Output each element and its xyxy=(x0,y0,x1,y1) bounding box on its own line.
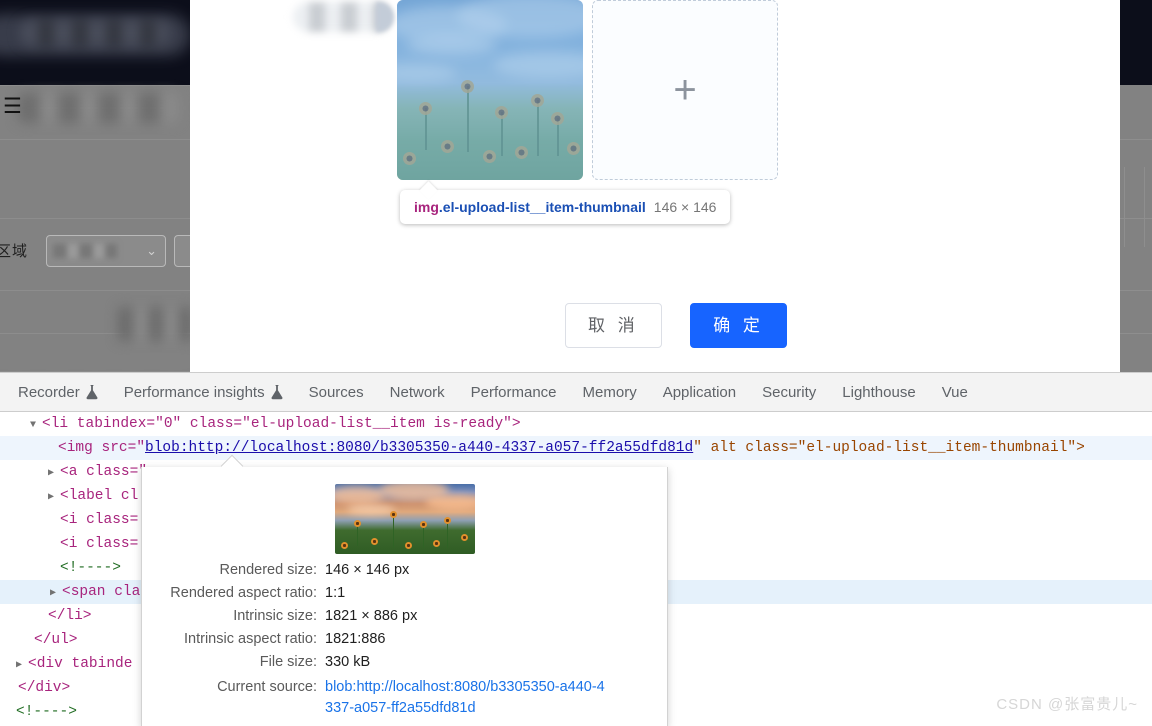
inspector-element-badge: img.el-upload-list__item-thumbnail 146 × … xyxy=(400,181,731,224)
img-src-url[interactable]: blob:http://localhost:8080/b3305350-a440… xyxy=(145,440,693,456)
dom-line-text: <label cl xyxy=(60,488,139,504)
preview-value: 146 × 146 px xyxy=(325,562,410,578)
disclosure-triangle-icon[interactable]: ▶ xyxy=(16,654,28,678)
preview-row: Rendered aspect ratio: 1:1 xyxy=(142,585,669,608)
dom-line-text: <li tabindex="0" class="el-upload-list__… xyxy=(42,416,521,432)
disclosure-triangle-icon[interactable]: ▶ xyxy=(50,582,62,606)
upload-add-button[interactable]: + xyxy=(592,0,778,180)
img-tag-prefix: <img src=" xyxy=(58,440,146,456)
disclosure-triangle-icon[interactable]: ▶ xyxy=(48,486,60,510)
collapse-menu-icon[interactable]: ☰ xyxy=(3,96,29,117)
disclosure-triangle-icon[interactable]: ▼ xyxy=(30,414,42,438)
dom-line-text: <i class= xyxy=(60,512,139,528)
preview-value: 1821 × 886 px xyxy=(325,608,418,624)
preview-value: 1:1 xyxy=(325,585,346,601)
dom-line-text: </ul> xyxy=(34,632,78,648)
tab-memory[interactable]: Memory xyxy=(570,373,650,412)
upload-thumbnail[interactable] xyxy=(397,0,583,180)
image-preview-popup: Rendered size: 146 × 146 px Rendered asp… xyxy=(141,454,669,726)
tab-recorder[interactable]: Recorder xyxy=(0,373,111,412)
devtools-tabbar: Recorder Performance insights Sources Ne… xyxy=(0,373,1152,412)
preview-key: Rendered aspect ratio: xyxy=(170,585,317,601)
tab-vue[interactable]: Vue xyxy=(929,373,981,412)
devtools-panel: Recorder Performance insights Sources Ne… xyxy=(0,372,1152,726)
source-line-2: 337-a057-ff2a55dfd81d xyxy=(325,700,476,716)
preview-source-link[interactable]: blob:http://localhost:8080/b3305350-a440… xyxy=(325,677,605,719)
preview-row: Intrinsic aspect ratio: 1821:886 xyxy=(142,631,669,654)
region-select-value xyxy=(53,244,117,258)
dom-line[interactable]: ▼ <li tabindex="0" class="el-upload-list_… xyxy=(0,412,1152,436)
tab-lighthouse[interactable]: Lighthouse xyxy=(829,373,928,412)
tab-security[interactable]: Security xyxy=(749,373,829,412)
badge-arrow xyxy=(419,181,438,200)
overlay-right-strip xyxy=(1120,85,1152,372)
tab-application[interactable]: Application xyxy=(650,373,749,412)
tab-label: Recorder xyxy=(18,383,80,401)
browser-viewport: ☰ 区域 ⌄ 查 157 条 20条/页 ⌄ xyxy=(0,0,1152,372)
preview-key: Current source: xyxy=(217,679,317,695)
tab-label: Performance insights xyxy=(123,383,265,401)
filter-label: 区域 xyxy=(0,243,29,260)
table-blurred-cell xyxy=(118,307,192,341)
preview-value: 330 kB xyxy=(325,654,371,670)
navbar-blurred-title xyxy=(20,20,170,46)
app-toolbar-blurred xyxy=(18,93,178,123)
preview-key: File size: xyxy=(259,654,317,670)
badge-tag-name: img xyxy=(414,199,439,215)
dom-line-text: <i class= xyxy=(60,536,139,552)
screenshot-root: ☰ 区域 ⌄ 查 157 条 20条/页 ⌄ xyxy=(0,0,1152,726)
disclosure-triangle-icon[interactable]: ▶ xyxy=(48,462,60,486)
preview-row: File size: 330 kB xyxy=(142,654,669,677)
badge-class-name: .el-upload-list__item-thumbnail xyxy=(438,199,646,215)
dom-line-img[interactable]: <img src="blob:http://localhost:8080/b33… xyxy=(0,436,1152,460)
confirm-button[interactable]: 确 定 xyxy=(690,303,787,348)
tab-performance[interactable]: Performance xyxy=(458,373,570,412)
preview-row: Rendered size: 146 × 146 px xyxy=(142,562,669,585)
preview-value: 1821:886 xyxy=(325,631,386,647)
preview-row: Intrinsic size: 1821 × 886 px xyxy=(142,608,669,631)
source-line-1: blob:http://localhost:8080/b3305350-a440… xyxy=(325,679,605,695)
preview-key: Intrinsic size: xyxy=(233,608,317,624)
preview-key: Rendered size: xyxy=(219,562,317,578)
badge-dimensions: 146 × 146 xyxy=(653,199,717,215)
dialog-footer: 取 消 确 定 xyxy=(565,303,787,348)
tab-sources[interactable]: Sources xyxy=(296,373,377,412)
watermark: CSDN @张富贵儿~ xyxy=(996,696,1138,713)
cancel-button[interactable]: 取 消 xyxy=(565,303,662,348)
inspector-highlight-overlay xyxy=(397,0,583,180)
chevron-down-icon: ⌄ xyxy=(146,243,157,258)
upload-dialog: + img.el-upload-list__item-thumbnail 146 … xyxy=(190,0,1120,372)
dom-line-text: </li> xyxy=(48,608,92,624)
preview-row-source: Current source: blob:http://localhost:80… xyxy=(142,677,669,719)
dom-line-text: <a class=" xyxy=(60,464,148,480)
image-preview-table: Rendered size: 146 × 146 px Rendered asp… xyxy=(142,562,669,719)
region-select[interactable]: ⌄ xyxy=(46,235,166,267)
img-tag-suffix: " alt class="el-upload-list__item-thumbn… xyxy=(693,440,1085,456)
tab-network[interactable]: Network xyxy=(377,373,458,412)
dialog-blurred-pill-cap xyxy=(376,2,394,32)
dom-line-text: <div tabinde xyxy=(28,656,133,672)
preview-key: Intrinsic aspect ratio: xyxy=(184,631,317,647)
tab-performance-insights[interactable]: Performance insights xyxy=(111,373,296,412)
flask-icon xyxy=(86,384,98,400)
dom-line-text: </div> xyxy=(18,680,71,696)
preview-image xyxy=(334,484,475,554)
plus-icon: + xyxy=(673,68,697,112)
dom-line-text: <!----> xyxy=(16,704,77,720)
dom-line-text: <!----> xyxy=(60,560,121,576)
flask-icon xyxy=(271,384,283,400)
dom-line-text: <span cla xyxy=(62,584,141,600)
